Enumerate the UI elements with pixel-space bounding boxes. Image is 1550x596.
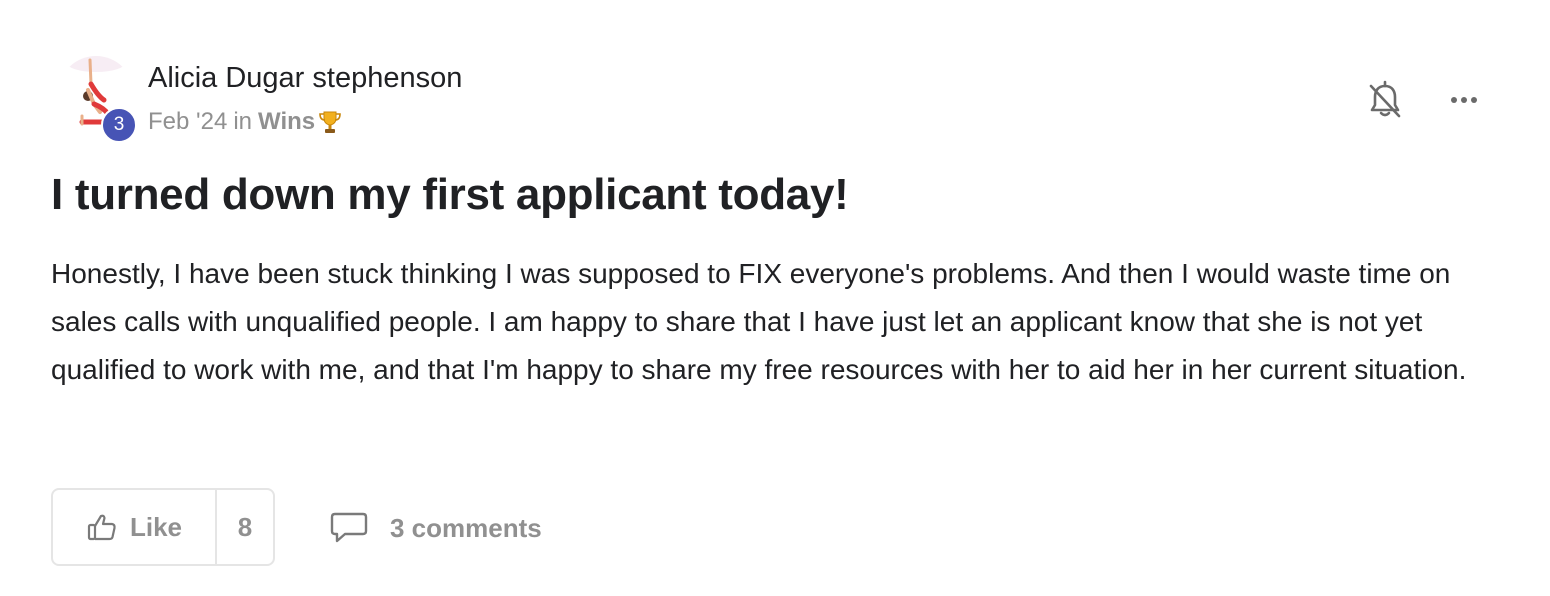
more-dot (1461, 97, 1467, 103)
comment-icon (330, 512, 368, 543)
author-name[interactable]: Alicia Dugar stephenson (148, 62, 462, 95)
post-title[interactable]: I turned down my first applicant today! (51, 170, 849, 220)
level-badge: 3 (101, 107, 137, 143)
post-card: 3 Alicia Dugar stephenson Feb '24 in Win… (0, 0, 1550, 596)
thumbs-up-icon (87, 514, 116, 541)
like-label: Like (129, 511, 183, 542)
like-count[interactable]: 8 (217, 490, 273, 564)
comments-label: 3 comments (390, 512, 542, 543)
post-date[interactable]: Feb '24 (148, 108, 227, 136)
meta-in: in (233, 108, 252, 135)
post-body: Honestly, I have been stuck thinking I w… (51, 258, 1467, 385)
bell-off-icon[interactable] (1366, 80, 1404, 120)
more-dot (1451, 97, 1457, 103)
more-horizontal-icon[interactable] (1444, 86, 1484, 114)
more-dot (1471, 97, 1477, 103)
author-avatar-group[interactable]: 3 (52, 54, 138, 144)
post-category[interactable]: Wins (258, 108, 315, 136)
like-button[interactable]: Like (53, 490, 217, 564)
post-meta: Feb '24 in Wins (148, 108, 343, 136)
trophy-icon (319, 111, 341, 133)
like-group: Like 8 (51, 488, 275, 566)
comments-button[interactable]: 3 comments (330, 508, 542, 548)
